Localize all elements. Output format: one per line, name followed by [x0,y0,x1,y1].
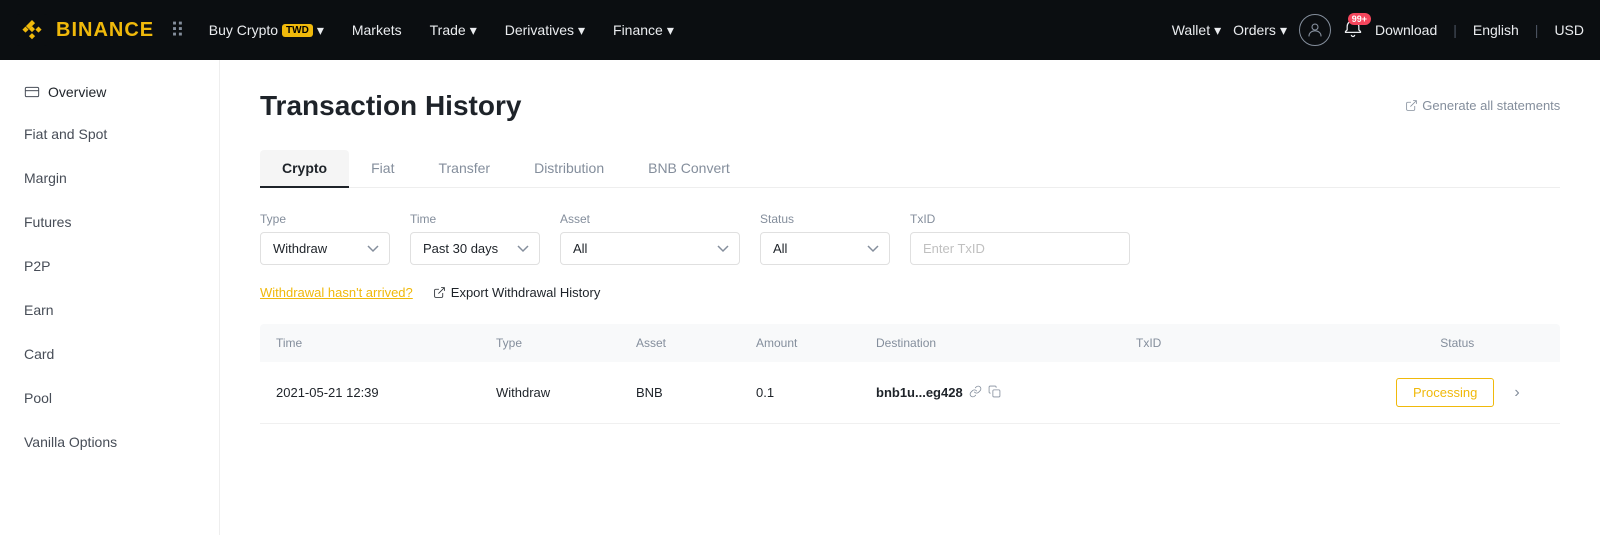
logo-text: BINANCE [56,19,154,42]
language-selector[interactable]: English [1473,22,1519,38]
txid-filter-group: TxID [910,212,1130,265]
notification-count: 99+ [1348,13,1371,25]
title-row: Transaction History Generate all stateme… [260,90,1560,150]
asset-select[interactable]: All BNB BTC ETH [560,232,740,265]
finance-arrow-icon: ▾ [667,22,674,39]
twd-badge: TWD [282,24,313,37]
download-link[interactable]: Download [1375,22,1437,38]
logo-area[interactable]: BINANCE [16,14,154,46]
sidebar-item-fiat-and-spot[interactable]: Fiat and Spot [0,112,219,156]
td-type: Withdraw [496,385,636,400]
td-status: Processing [1396,378,1514,407]
trade-arrow-icon: ▾ [470,22,477,39]
tab-transfer[interactable]: Transfer [416,150,512,188]
th-status: Status [1396,336,1514,350]
page-layout: Overview Fiat and Spot Margin Futures P2… [0,60,1600,535]
row-expand-arrow[interactable]: › [1514,384,1544,402]
status-select[interactable]: All Completed Processing Failed [760,232,890,265]
sidebar-item-pool[interactable]: Pool [0,376,219,420]
notification-bell[interactable]: 99+ [1343,19,1363,42]
binance-logo-icon [16,14,48,46]
link-icon[interactable] [969,385,982,401]
sidebar-item-margin[interactable]: Margin [0,156,219,200]
credit-card-icon [24,84,40,100]
type-filter-label: Type [260,212,390,226]
sidebar-item-vanilla-options[interactable]: Vanilla Options [0,420,219,464]
avatar[interactable] [1299,14,1331,46]
sidebar-item-p2p[interactable]: P2P [0,244,219,288]
filters-row: Type Withdraw Deposit Time Past 30 days … [260,212,1560,265]
sidebar-item-futures[interactable]: Futures [0,200,219,244]
th-asset: Asset [636,336,756,350]
nav-trade[interactable]: Trade ▾ [418,16,489,45]
withdrawal-not-arrived-link[interactable]: Withdrawal hasn't arrived? [260,285,413,300]
th-type: Type [496,336,636,350]
links-row: Withdrawal hasn't arrived? Export Withdr… [260,285,1560,300]
th-destination: Destination [876,336,1136,350]
type-select[interactable]: Withdraw Deposit [260,232,390,265]
top-navbar: BINANCE ⠿ Buy Crypto TWD ▾ Markets Trade… [0,0,1600,60]
th-txid: TxID [1136,336,1396,350]
tab-bnb-convert[interactable]: BNB Convert [626,150,752,188]
asset-filter-label: Asset [560,212,740,226]
asset-filter-group: Asset All BNB BTC ETH [560,212,740,265]
time-filter-group: Time Past 30 days Past 90 days Past year [410,212,540,265]
page-title: Transaction History [260,90,521,122]
sidebar-overview-label: Overview [48,84,106,100]
td-destination: bnb1u...eg428 [876,385,1136,401]
generate-statements-link[interactable]: Generate all statements [1405,98,1560,113]
status-badge: Processing [1396,378,1494,407]
grid-menu-icon[interactable]: ⠿ [170,18,185,43]
th-amount: Amount [756,336,876,350]
txid-input[interactable] [910,232,1130,265]
copy-icon[interactable] [988,385,1001,401]
currency-selector[interactable]: USD [1554,22,1584,38]
buy-crypto-arrow-icon: ▾ [317,22,324,39]
tab-fiat[interactable]: Fiat [349,150,416,188]
type-filter-group: Type Withdraw Deposit [260,212,390,265]
destination-address: bnb1u...eg428 [876,385,963,400]
derivatives-arrow-icon: ▾ [578,22,585,39]
wallet-arrow-icon: ▾ [1214,22,1221,39]
tab-crypto[interactable]: Crypto [260,150,349,188]
wallet-nav-item[interactable]: Wallet ▾ [1172,22,1221,39]
nav-divider2: | [1535,22,1539,38]
status-filter-label: Status [760,212,890,226]
nav-buy-crypto[interactable]: Buy Crypto TWD ▾ [197,16,336,45]
nav-finance[interactable]: Finance ▾ [601,16,686,45]
sidebar-item-earn[interactable]: Earn [0,288,219,332]
orders-nav-item[interactable]: Orders ▾ [1233,22,1287,39]
user-icon [1306,21,1324,39]
time-filter-label: Time [410,212,540,226]
td-amount: 0.1 [756,385,876,400]
status-filter-group: Status All Completed Processing Failed [760,212,890,265]
main-content: Transaction History Generate all stateme… [220,60,1600,535]
table-row: 2021-05-21 12:39 Withdraw BNB 0.1 bnb1u.… [260,362,1560,424]
txid-filter-label: TxID [910,212,1130,226]
export-icon [433,286,446,299]
nav-markets[interactable]: Markets [340,16,414,44]
td-asset: BNB [636,385,756,400]
tab-distribution[interactable]: Distribution [512,150,626,188]
sidebar: Overview Fiat and Spot Margin Futures P2… [0,60,220,535]
th-time: Time [276,336,496,350]
transaction-table: Time Type Asset Amount Destination TxID … [260,324,1560,424]
td-time: 2021-05-21 12:39 [276,385,496,400]
nav-derivatives[interactable]: Derivatives ▾ [493,16,597,45]
time-select[interactable]: Past 30 days Past 90 days Past year [410,232,540,265]
sidebar-item-card[interactable]: Card [0,332,219,376]
tab-bar: Crypto Fiat Transfer Distribution BNB Co… [260,150,1560,188]
sidebar-item-overview[interactable]: Overview [0,72,219,112]
nav-divider: | [1453,22,1457,38]
export-withdrawal-history-link[interactable]: Export Withdrawal History [433,285,601,300]
th-arrow [1514,336,1544,350]
nav-right: Wallet ▾ Orders ▾ 99+ Download | English [1172,14,1584,46]
orders-arrow-icon: ▾ [1280,22,1287,39]
nav-links: Buy Crypto TWD ▾ Markets Trade ▾ Derivat… [197,16,1172,45]
external-link-icon [1405,99,1418,112]
table-header: Time Type Asset Amount Destination TxID … [260,324,1560,362]
